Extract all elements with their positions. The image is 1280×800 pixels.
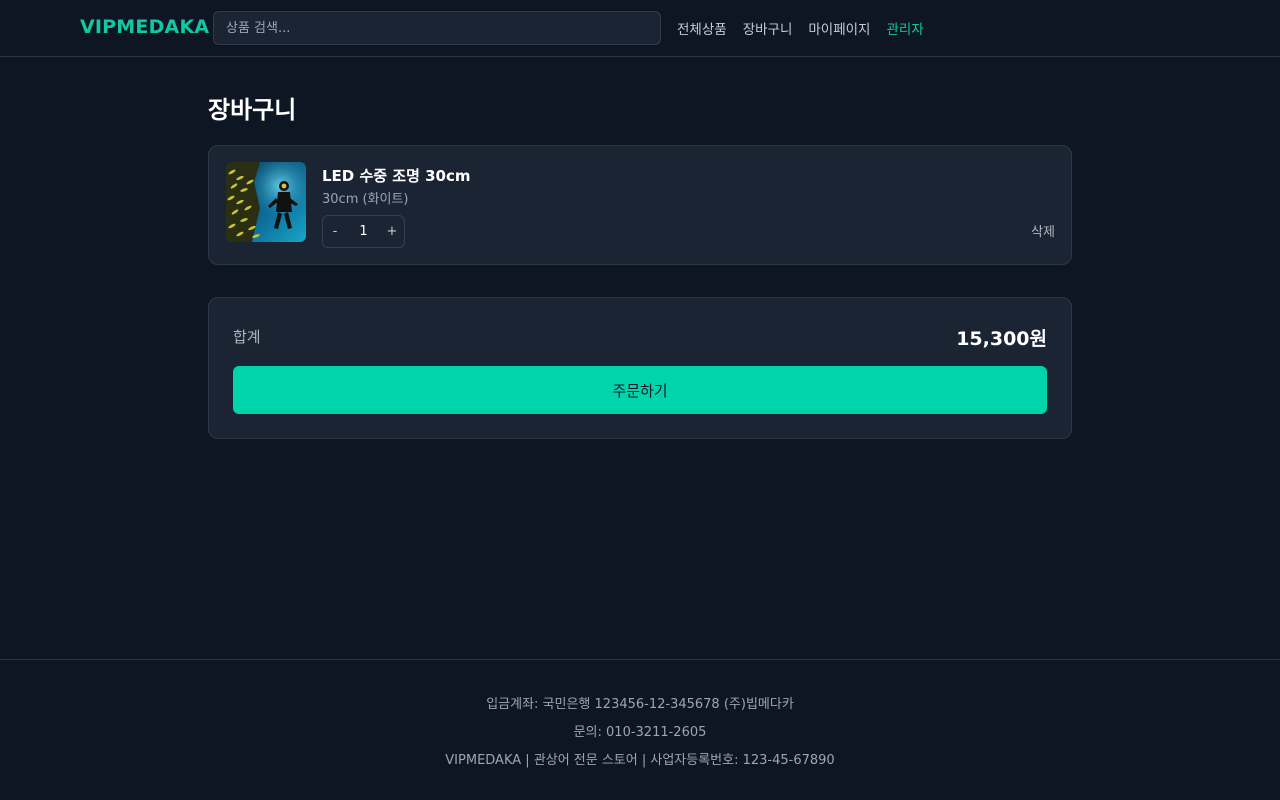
decrement-button[interactable]: - [323, 216, 347, 247]
product-image[interactable] [226, 162, 306, 242]
site-header: VIPMEDAKA 전체상품 장바구니 마이페이지 관리자 [0, 0, 1280, 57]
nav-cart[interactable]: 장바구니 [743, 18, 793, 38]
site-footer: 입금계좌: 국민은행 123456-12-345678 (주)빕메다카 문의: … [0, 659, 1280, 800]
quantity-value: 1 [359, 224, 368, 239]
product-name[interactable]: LED 수중 조명 30cm [322, 165, 471, 186]
nav-admin[interactable]: 관리자 [886, 18, 923, 38]
increment-button[interactable]: + [380, 216, 404, 247]
quantity-stepper: - 1 + [322, 215, 405, 248]
product-option: 30cm (화이트) [322, 192, 409, 207]
footer-account: 입금계좌: 국민은행 123456-12-345678 (주)빕메다카 [486, 697, 794, 712]
page-title: 장바구니 [208, 96, 297, 124]
total-label: 합계 [233, 328, 261, 346]
order-summary: 합계 15,300원 주문하기 [208, 297, 1072, 439]
cart-item: LED 수중 조명 30cm 30cm (화이트) - 1 + 삭제 [208, 145, 1072, 265]
total-value: 15,300원 [956, 328, 1047, 350]
order-button[interactable]: 주문하기 [233, 366, 1047, 414]
delete-button[interactable]: 삭제 [1031, 221, 1055, 240]
nav-all-products[interactable]: 전체상품 [677, 18, 727, 38]
search-input[interactable] [213, 11, 661, 45]
main-nav: 전체상품 장바구니 마이페이지 관리자 [677, 18, 924, 38]
footer-contact: 문의: 010-3211-2605 [573, 725, 707, 740]
footer-info: VIPMEDAKA | 관상어 전문 스토어 | 사업자등록번호: 123-45… [445, 753, 835, 768]
logo[interactable]: VIPMEDAKA [80, 16, 209, 38]
nav-mypage[interactable]: 마이페이지 [808, 18, 870, 38]
